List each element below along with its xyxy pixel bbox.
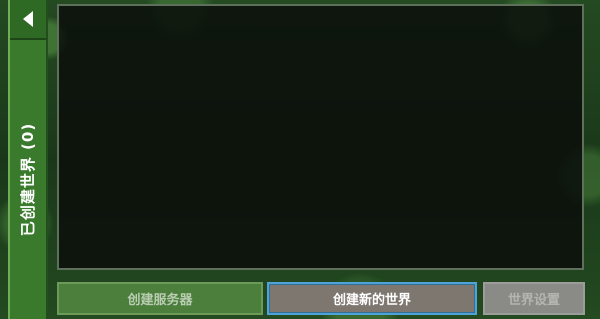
- create-new-world-button[interactable]: 创建新的世界: [267, 282, 477, 315]
- created-worlds-label: 已创建世界 (0): [19, 122, 38, 237]
- created-worlds-tab[interactable]: 已创建世界 (0): [8, 0, 48, 319]
- world-settings-button[interactable]: 世界设置: [483, 282, 585, 315]
- world-list-panel[interactable]: [57, 4, 584, 270]
- create-server-button[interactable]: 创建服务器: [57, 282, 263, 315]
- back-arrow-icon: [23, 11, 33, 27]
- world-settings-label: 世界设置: [507, 293, 560, 308]
- created-worlds-label-wrap: 已创建世界 (0): [10, 40, 46, 319]
- back-button[interactable]: [10, 0, 46, 40]
- create-server-label: 创建服务器: [127, 293, 193, 308]
- create-new-world-label: 创建新的世界: [332, 293, 411, 308]
